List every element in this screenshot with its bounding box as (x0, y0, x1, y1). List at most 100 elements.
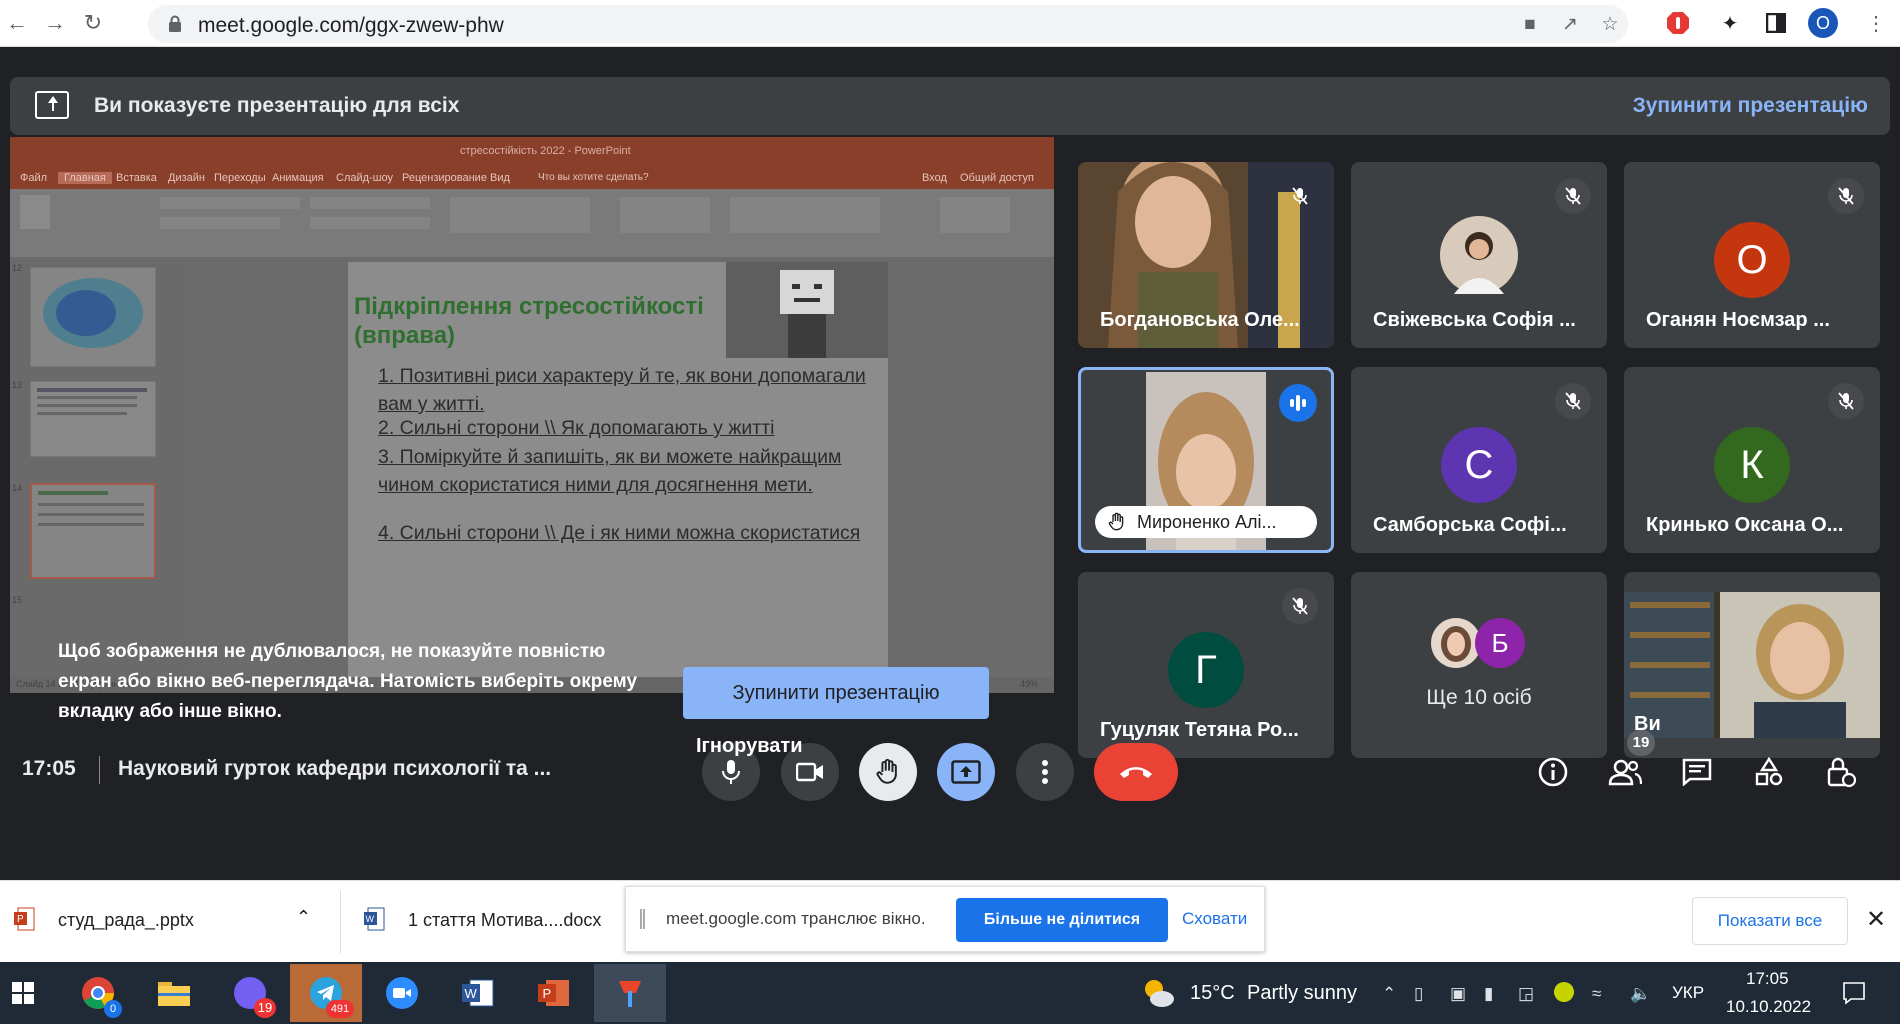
powerpoint-menu: Файл Главная Вставка Дизайн Переходы Ани… (10, 167, 1054, 189)
paste-icon (20, 195, 50, 229)
end-call-button[interactable] (1094, 743, 1178, 801)
participant-tile[interactable]: Г Гуцуляк Тетяна Ро... (1078, 572, 1334, 758)
close-icon[interactable]: ✕ (1866, 905, 1886, 934)
muted-mic-icon (1828, 178, 1864, 214)
participant-tile-active-speaker[interactable]: Мироненко Алі... (1078, 367, 1334, 553)
profile-avatar[interactable]: O (1808, 8, 1838, 38)
network-adapter-icon[interactable]: ▯ (1414, 984, 1423, 1004)
self-video (1624, 592, 1880, 738)
present-screen-icon (951, 760, 981, 784)
participant-initial-avatar: Б (1475, 618, 1525, 668)
share-page-icon[interactable]: ↗ (1558, 14, 1582, 36)
browser-menu-icon[interactable]: ⋮ (1862, 9, 1890, 37)
clock-date[interactable]: 10.10.2022 (1726, 997, 1811, 1017)
muted-mic-icon (1282, 178, 1318, 214)
participant-tile[interactable]: Свіжевська Софія ... (1351, 162, 1607, 348)
chat-button[interactable] (1679, 754, 1715, 790)
viber-badge: 19 (254, 998, 276, 1018)
svg-text:W: W (465, 986, 478, 1001)
slide-list-item: 3. Поміркуйте й запишіть, як ви можете н… (378, 446, 842, 496)
screen-share-notification: meet.google.com транслює вікно. Більше н… (625, 886, 1265, 952)
weather-temp[interactable]: 15°C (1190, 982, 1235, 1005)
extensions-puzzle-icon[interactable]: ✦ (1716, 9, 1744, 37)
participant-name: Богдановська Оле... (1100, 309, 1300, 331)
meeting-details-button[interactable] (1535, 754, 1571, 790)
drag-handle-icon[interactable] (640, 909, 645, 929)
show-hidden-icons-icon[interactable]: ⌃ (1382, 984, 1396, 1004)
activities-button[interactable] (1751, 754, 1787, 790)
camera-icon (796, 762, 823, 782)
download-item-docx[interactable]: W 1 стаття Мотива....docx (362, 895, 622, 945)
menu-item: Слайд-шоу (336, 172, 394, 184)
taskbar-telegram[interactable]: 491 (290, 964, 362, 1022)
show-all-downloads-button[interactable]: Показати все (1692, 897, 1848, 945)
participant-tile[interactable]: С Самборська Софі... (1351, 367, 1607, 553)
participant-avatar-photo (1431, 618, 1481, 668)
slide-picture (726, 262, 888, 358)
current-slide: Підкріплення стресостійкості (вправа) 1.… (348, 262, 888, 692)
participant-tile[interactable]: О Оганян Ноємзар ... (1624, 162, 1880, 348)
host-controls-button[interactable] (1823, 754, 1859, 790)
people-button[interactable]: 19 (1607, 730, 1655, 790)
address-bar[interactable]: meet.google.com/ggx-zwew-phw ■ ↗ ☆ (148, 5, 1628, 43)
overlay-ignore-button[interactable]: Ігнорувати (696, 735, 803, 758)
url-text: meet.google.com/ggx-zwew-phw (198, 14, 504, 37)
speaking-indicator (1279, 384, 1317, 422)
taskbar-powerpoint[interactable]: P (518, 964, 590, 1022)
battery-icon[interactable]: ▮ (1484, 984, 1493, 1004)
clock-time[interactable]: 17:05 (1746, 969, 1789, 989)
overlay-stop-presenting-button[interactable]: Зупинити презентацію (683, 667, 989, 719)
share-notification-text: meet.google.com транслює вікно. (666, 909, 926, 928)
taskbar-viber[interactable]: 19 (214, 964, 286, 1022)
muted-mic-icon (1282, 588, 1318, 624)
presenting-banner: Ви показуєте презентацію для всіх Зупини… (10, 77, 1890, 135)
bookmark-star-icon[interactable]: ☆ (1598, 14, 1622, 36)
muted-mic-icon (1828, 383, 1864, 419)
slide-title: Підкріплення стресостійкості (вправа) (354, 293, 704, 349)
back-icon[interactable]: ← (2, 8, 32, 38)
wifi-icon[interactable]: ≈ (1592, 984, 1601, 1004)
window-title: стресостійкість 2022 - PowerPoint (460, 145, 631, 157)
weather-desc[interactable]: Partly sunny (1247, 982, 1357, 1005)
profile-initial: O (1815, 12, 1830, 33)
zoom-icon (386, 977, 418, 1009)
self-view-tile[interactable]: Ви (1624, 572, 1880, 758)
taskbar-file-explorer[interactable] (138, 964, 210, 1022)
participant-tile[interactable]: К Кринько Оксана О... (1624, 367, 1880, 553)
taskbar-meet-app[interactable] (594, 964, 666, 1022)
present-now-button[interactable] (937, 743, 995, 801)
forward-icon[interactable]: → (40, 8, 70, 38)
more-options-button[interactable] (1016, 743, 1074, 801)
volume-icon[interactable]: 🔈 (1630, 984, 1651, 1004)
side-panel-icon[interactable] (1762, 9, 1790, 37)
participant-tile[interactable]: Богдановська Оле... (1078, 162, 1334, 348)
camera-tray-icon[interactable]: ▣ (1450, 984, 1466, 1004)
raise-hand-button[interactable] (859, 743, 917, 801)
camera-in-use-icon[interactable]: ■ (1518, 14, 1542, 36)
adblock-extension-icon[interactable] (1664, 9, 1692, 37)
slide-list-item: 2. Сильні сторони \\ Як допомагають у жи… (378, 417, 775, 439)
reload-icon[interactable]: ↻ (78, 8, 108, 38)
people-icon (1608, 759, 1642, 786)
powerpoint-ribbon (10, 189, 1054, 257)
presenting-text: Ви показуєте презентацію для всіх (94, 94, 460, 117)
chevron-up-icon[interactable]: ⌃ (296, 907, 311, 928)
taskbar-zoom[interactable] (366, 964, 438, 1022)
screen-tray-icon[interactable]: ◲ (1518, 984, 1534, 1004)
menu-item: Вид (490, 172, 510, 184)
svg-text:P: P (17, 914, 24, 925)
notifications-icon[interactable] (1842, 981, 1866, 1005)
taskbar-chrome[interactable]: 0 (62, 964, 134, 1022)
stop-presenting-link[interactable]: Зупинити презентацію (1633, 94, 1868, 118)
taskbar-word[interactable]: W (442, 964, 514, 1022)
more-participants-tile[interactable]: Б Ще 10 осіб (1351, 572, 1607, 758)
antivirus-tray-icon[interactable] (1554, 982, 1574, 1002)
hide-button[interactable]: Сховати (1182, 909, 1247, 929)
language-indicator[interactable]: УКР (1672, 983, 1704, 1003)
download-item-pptx[interactable]: P студ_рада_.pptx ⌃ (10, 895, 328, 945)
start-button[interactable] (0, 964, 46, 1022)
stop-sharing-button[interactable]: Більше не ділитися (956, 898, 1168, 942)
participants-count-badge: 19 (1627, 730, 1655, 756)
chrome-badge: 0 (104, 1000, 122, 1018)
menu-item: Переходы (214, 172, 266, 184)
